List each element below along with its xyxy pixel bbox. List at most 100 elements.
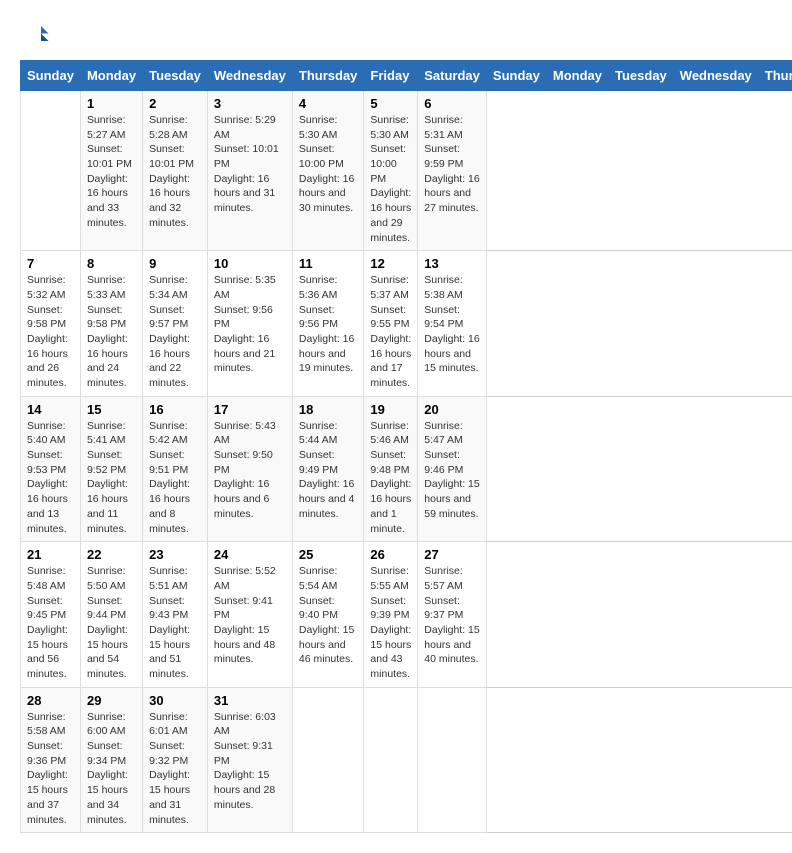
header-monday: Monday [80,61,142,91]
cell-content: Sunrise: 6:03 AM Sunset: 9:31 PM Dayligh… [214,710,286,813]
day-number: 11 [299,256,358,271]
calendar-cell: 19Sunrise: 5:46 AM Sunset: 9:48 PM Dayli… [364,396,418,542]
header-day-tuesday: Tuesday [609,61,674,91]
cell-content: Sunrise: 5:31 AM Sunset: 9:59 PM Dayligh… [424,113,480,216]
cell-content: Sunrise: 5:35 AM Sunset: 9:56 PM Dayligh… [214,273,286,376]
page-header [20,20,772,50]
calendar-cell: 22Sunrise: 5:50 AM Sunset: 9:44 PM Dayli… [80,542,142,688]
header-friday: Friday [364,61,418,91]
calendar-week-row: 21 Sunrise: 5:48 AM Sunset: 9:45 PM Dayli… [21,542,792,688]
calendar-cell: 31 Sunrise: 6:03 AM Sunset: 9:31 PM Dayli… [207,687,292,833]
calendar-week-row: 7 Sunrise: 5:32 AM Sunset: 9:58 PM Daylig… [21,251,792,397]
day-number: 21 [27,547,74,562]
cell-content: Sunrise: 5:42 AM Sunset: 9:51 PM Dayligh… [149,419,201,537]
calendar-cell: 15 Sunrise: 5:41 AM Sunset: 9:52 PM Dayli… [80,396,142,542]
calendar-cell: 18Sunrise: 5:44 AM Sunset: 9:49 PM Dayli… [292,396,364,542]
calendar-week-row: 28Sunrise: 5:58 AM Sunset: 9:36 PM Dayli… [21,687,792,833]
day-number: 23 [149,547,201,562]
header-saturday: Saturday [418,61,487,91]
calendar-cell: 23 Sunrise: 5:51 AM Sunset: 9:43 PM Dayli… [143,542,208,688]
day-number: 25 [299,547,358,562]
calendar-cell: 11 Sunrise: 5:36 AM Sunset: 9:56 PM Dayli… [292,251,364,397]
cell-content: Sunrise: 5:40 AM Sunset: 9:53 PM Dayligh… [27,419,74,537]
calendar-cell [292,687,364,833]
cell-content: Sunrise: 6:01 AM Sunset: 9:32 PM Dayligh… [149,710,201,828]
day-number: 12 [370,256,411,271]
calendar-week-row: 14 Sunrise: 5:40 AM Sunset: 9:53 PM Dayli… [21,396,792,542]
cell-content: Sunrise: 5:54 AM Sunset: 9:40 PM Dayligh… [299,564,358,667]
day-number: 13 [424,256,480,271]
day-number: 10 [214,256,286,271]
day-number: 31 [214,693,286,708]
cell-content: Sunrise: 5:33 AM Sunset: 9:58 PM Dayligh… [87,273,136,391]
day-number: 14 [27,402,74,417]
cell-content: Sunrise: 5:30 AM Sunset: 10:00 PM Daylig… [299,113,358,216]
calendar-cell: 20Sunrise: 5:47 AM Sunset: 9:46 PM Dayli… [418,396,487,542]
calendar-cell: 30 Sunrise: 6:01 AM Sunset: 9:32 PM Dayli… [143,687,208,833]
cell-content: Sunrise: 5:46 AM Sunset: 9:48 PM Dayligh… [370,419,411,537]
cell-content: Sunrise: 5:47 AM Sunset: 9:46 PM Dayligh… [424,419,480,522]
header-day-sunday: Sunday [486,61,546,91]
calendar-cell: 7 Sunrise: 5:32 AM Sunset: 9:58 PM Daylig… [21,251,81,397]
day-number: 6 [424,96,480,111]
header-day-monday: Monday [546,61,608,91]
cell-content: Sunrise: 5:36 AM Sunset: 9:56 PM Dayligh… [299,273,358,376]
calendar-cell: 25 Sunrise: 5:54 AM Sunset: 9:40 PM Dayli… [292,542,364,688]
cell-content: Sunrise: 5:32 AM Sunset: 9:58 PM Dayligh… [27,273,74,391]
cell-content: Sunrise: 5:48 AM Sunset: 9:45 PM Dayligh… [27,564,74,682]
calendar-cell: 24Sunrise: 5:52 AM Sunset: 9:41 PM Dayli… [207,542,292,688]
calendar-cell: 28Sunrise: 5:58 AM Sunset: 9:36 PM Dayli… [21,687,81,833]
cell-content: Sunrise: 5:29 AM Sunset: 10:01 PM Daylig… [214,113,286,216]
calendar-week-row: 1Sunrise: 5:27 AM Sunset: 10:01 PM Dayli… [21,91,792,251]
cell-content: Sunrise: 5:27 AM Sunset: 10:01 PM Daylig… [87,113,136,231]
header-wednesday: Wednesday [207,61,292,91]
calendar-cell: 1Sunrise: 5:27 AM Sunset: 10:01 PM Dayli… [80,91,142,251]
header-day-thursday: Thursday [758,61,792,91]
calendar-cell: 17 Sunrise: 5:43 AM Sunset: 9:50 PM Dayli… [207,396,292,542]
logo [20,20,54,50]
day-number: 8 [87,256,136,271]
day-number: 22 [87,547,136,562]
cell-content: Sunrise: 5:55 AM Sunset: 9:39 PM Dayligh… [370,564,411,682]
calendar-header-row: SundayMondayTuesdayWednesdayThursdayFrid… [21,61,792,91]
cell-content: Sunrise: 5:57 AM Sunset: 9:37 PM Dayligh… [424,564,480,667]
calendar-cell: 29Sunrise: 6:00 AM Sunset: 9:34 PM Dayli… [80,687,142,833]
day-number: 18 [299,402,358,417]
calendar-cell: 16 Sunrise: 5:42 AM Sunset: 9:51 PM Dayli… [143,396,208,542]
day-number: 15 [87,402,136,417]
calendar-cell: 10 Sunrise: 5:35 AM Sunset: 9:56 PM Dayli… [207,251,292,397]
calendar-cell [418,687,487,833]
calendar-cell: 3 Sunrise: 5:29 AM Sunset: 10:01 PM Dayli… [207,91,292,251]
day-number: 17 [214,402,286,417]
day-number: 16 [149,402,201,417]
day-number: 28 [27,693,74,708]
cell-content: Sunrise: 5:38 AM Sunset: 9:54 PM Dayligh… [424,273,480,376]
cell-content: Sunrise: 5:34 AM Sunset: 9:57 PM Dayligh… [149,273,201,391]
day-number: 27 [424,547,480,562]
cell-content: Sunrise: 6:00 AM Sunset: 9:34 PM Dayligh… [87,710,136,828]
cell-content: Sunrise: 5:43 AM Sunset: 9:50 PM Dayligh… [214,419,286,522]
day-number: 9 [149,256,201,271]
cell-content: Sunrise: 5:28 AM Sunset: 10:01 PM Daylig… [149,113,201,231]
calendar-table: SundayMondayTuesdayWednesdayThursdayFrid… [20,60,792,833]
day-number: 3 [214,96,286,111]
day-number: 7 [27,256,74,271]
cell-content: Sunrise: 5:37 AM Sunset: 9:55 PM Dayligh… [370,273,411,391]
day-number: 30 [149,693,201,708]
calendar-cell [21,91,81,251]
day-number: 5 [370,96,411,111]
logo-icon [20,20,50,50]
calendar-cell: 26 Sunrise: 5:55 AM Sunset: 9:39 PM Dayli… [364,542,418,688]
calendar-cell: 2Sunrise: 5:28 AM Sunset: 10:01 PM Dayli… [143,91,208,251]
day-number: 4 [299,96,358,111]
day-number: 26 [370,547,411,562]
header-tuesday: Tuesday [143,61,208,91]
calendar-cell: 4 Sunrise: 5:30 AM Sunset: 10:00 PM Dayli… [292,91,364,251]
cell-content: Sunrise: 5:51 AM Sunset: 9:43 PM Dayligh… [149,564,201,682]
cell-content: Sunrise: 5:52 AM Sunset: 9:41 PM Dayligh… [214,564,286,667]
calendar-cell: 9 Sunrise: 5:34 AM Sunset: 9:57 PM Daylig… [143,251,208,397]
calendar-cell: 12 Sunrise: 5:37 AM Sunset: 9:55 PM Dayli… [364,251,418,397]
header-sunday: Sunday [21,61,81,91]
cell-content: Sunrise: 5:41 AM Sunset: 9:52 PM Dayligh… [87,419,136,537]
calendar-cell: 21 Sunrise: 5:48 AM Sunset: 9:45 PM Dayli… [21,542,81,688]
